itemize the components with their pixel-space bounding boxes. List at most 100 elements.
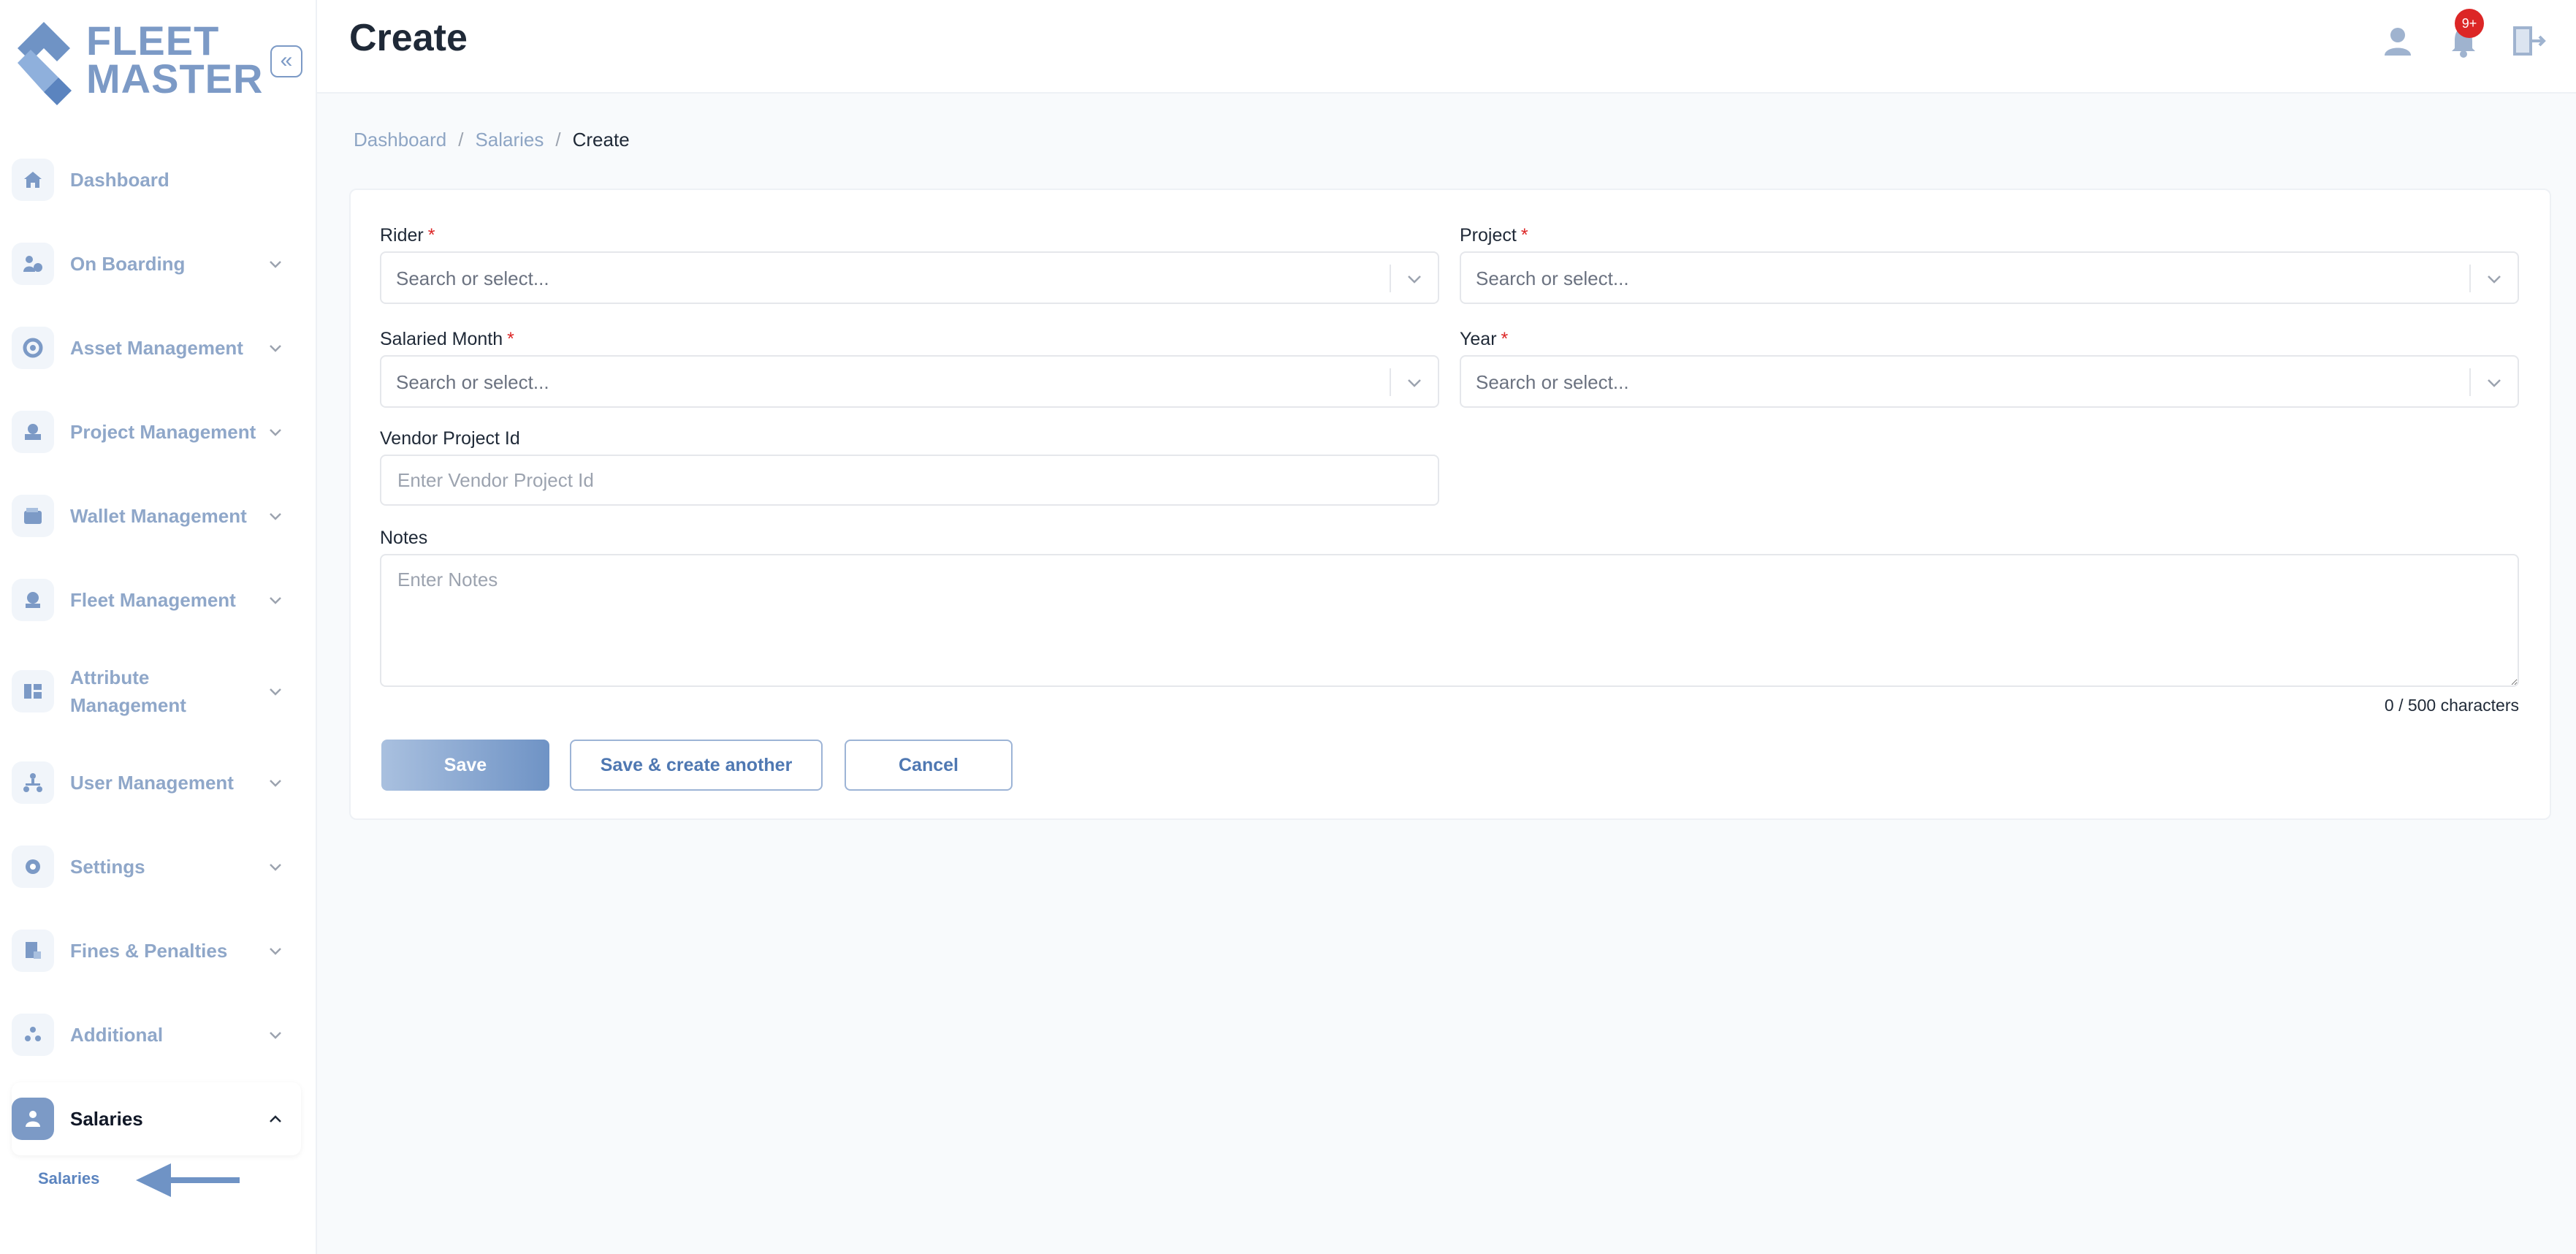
brand-line1: FLEET xyxy=(86,18,220,64)
salaried-month-label: Salaried Month * xyxy=(380,329,514,350)
sidebar-item-additional[interactable]: Additional xyxy=(12,998,301,1071)
salaried-month-label-text: Salaried Month xyxy=(380,329,503,349)
chevron-down-icon xyxy=(270,864,281,871)
sidebar-item-salaries[interactable]: Salaries xyxy=(12,1082,301,1155)
wallet-icon xyxy=(12,495,54,537)
chevron-down-icon xyxy=(1408,276,1421,284)
select-divider xyxy=(2469,368,2471,396)
rider-label: Rider * xyxy=(380,225,435,246)
onboarding-icon xyxy=(12,243,54,285)
sidebar-item-fleet-management[interactable]: Fleet Management xyxy=(12,563,301,636)
save-button[interactable]: Save xyxy=(381,740,549,791)
breadcrumb-separator: / xyxy=(555,129,561,151)
vendor-project-id-label: Vendor Project Id xyxy=(380,428,520,449)
pointer-arrow-icon xyxy=(136,1163,240,1197)
additional-icon xyxy=(12,1014,54,1056)
sidebar-item-label: Fines & Penalties xyxy=(70,940,228,962)
chevron-down-icon xyxy=(270,1032,281,1039)
sidebar: FLEET MASTER « Dashboard On Boarding Asset… xyxy=(0,0,317,1254)
rider-select-placeholder: Search or select... xyxy=(396,267,549,289)
project-label-text: Project xyxy=(1460,225,1517,246)
project-label: Project * xyxy=(1460,225,1528,246)
chevron-down-icon xyxy=(270,688,281,696)
salaried-month-select-placeholder: Search or select... xyxy=(396,371,549,393)
gear-icon xyxy=(12,846,54,888)
chevron-down-icon xyxy=(270,261,281,268)
chevron-down-icon xyxy=(270,513,281,520)
salaried-month-select[interactable]: Search or select... xyxy=(380,355,1439,408)
sidebar-item-label: Asset Management xyxy=(70,337,243,359)
sidebar-item-label: Additional xyxy=(70,1024,164,1046)
chevron-down-icon xyxy=(270,345,281,352)
rider-label-text: Rider xyxy=(380,225,424,246)
logout-icon[interactable] xyxy=(2507,20,2548,61)
sidebar-item-user-management[interactable]: User Management xyxy=(12,746,301,819)
sidebar-item-label: Settings xyxy=(70,856,145,878)
sidebar-item-label: Salaries xyxy=(70,1108,143,1130)
fleet-icon xyxy=(12,579,54,621)
year-select[interactable]: Search or select... xyxy=(1460,355,2519,408)
chevron-down-icon xyxy=(2488,379,2501,387)
required-marker: * xyxy=(507,329,514,349)
sidebar-item-label: Dashboard xyxy=(70,169,169,191)
rider-select[interactable]: Search or select... xyxy=(380,251,1439,304)
breadcrumb-current: Create xyxy=(572,129,630,151)
sidebar-item-attribute-management[interactable]: Attribute Management xyxy=(12,655,301,728)
sidebar-item-label: Fleet Management xyxy=(70,589,236,611)
chevron-down-icon xyxy=(270,948,281,955)
sidebar-item-label: Project Management xyxy=(70,421,256,443)
chevron-down-icon xyxy=(2488,276,2501,284)
year-select-placeholder: Search or select... xyxy=(1476,371,1629,393)
breadcrumb-salaries[interactable]: Salaries xyxy=(475,129,544,151)
project-icon xyxy=(12,411,54,453)
sidebar-item-wallet-management[interactable]: Wallet Management xyxy=(12,479,301,552)
page-title: Create xyxy=(349,17,468,59)
brand-name: FLEET MASTER xyxy=(86,18,264,102)
sidebar-subitem-salaries[interactable]: Salaries xyxy=(38,1169,99,1188)
required-marker: * xyxy=(1520,225,1528,246)
sidebar-item-fines-penalties[interactable]: Fines & Penalties xyxy=(12,914,301,987)
notes-label: Notes xyxy=(380,528,428,548)
home-icon xyxy=(12,159,54,201)
collapse-sidebar-button[interactable]: « xyxy=(270,45,302,77)
sidebar-item-project-management[interactable]: Project Management xyxy=(12,395,301,468)
chevron-down-icon xyxy=(270,597,281,604)
chevron-down-icon xyxy=(270,429,281,436)
project-select-placeholder: Search or select... xyxy=(1476,267,1629,289)
user-icon[interactable] xyxy=(2377,20,2418,61)
sidebar-item-asset-management[interactable]: Asset Management xyxy=(12,311,301,384)
cancel-button[interactable]: Cancel xyxy=(845,740,1013,791)
sidebar-item-label: User Management xyxy=(70,772,234,794)
required-marker: * xyxy=(427,225,435,246)
asset-icon xyxy=(12,327,54,369)
breadcrumb-separator: / xyxy=(458,129,464,151)
sidebar-item-label: Attribute Management xyxy=(70,666,186,716)
save-create-another-button[interactable]: Save & create another xyxy=(570,740,823,791)
sidebar-item-settings[interactable]: Settings xyxy=(12,830,301,903)
vendor-project-id-input[interactable] xyxy=(380,455,1439,506)
fines-icon xyxy=(12,930,54,972)
project-select[interactable]: Search or select... xyxy=(1460,251,2519,304)
required-marker: * xyxy=(1501,329,1509,349)
brand-logo[interactable]: FLEET MASTER xyxy=(13,18,262,108)
year-label-text: Year xyxy=(1460,329,1497,349)
sidebar-item-on-boarding[interactable]: On Boarding xyxy=(12,227,301,300)
sidebar-item-dashboard[interactable]: Dashboard xyxy=(12,143,301,216)
sidebar-item-label: Wallet Management xyxy=(70,505,247,527)
select-divider xyxy=(1390,368,1391,396)
breadcrumb: Dashboard / Salaries / Create xyxy=(354,129,630,151)
sidebar-item-label: On Boarding xyxy=(70,253,186,275)
chevron-up-icon xyxy=(270,1115,281,1122)
logo-mark-icon xyxy=(18,22,72,105)
breadcrumb-dashboard[interactable]: Dashboard xyxy=(354,129,446,151)
notes-textarea[interactable] xyxy=(380,554,2519,687)
notification-badge: 9+ xyxy=(2455,9,2484,38)
chevron-down-icon xyxy=(1408,379,1421,387)
brand-line2: MASTER xyxy=(86,56,264,102)
salary-form-card: Rider * Search or select... Project * Sear… xyxy=(349,189,2551,820)
attribute-icon xyxy=(12,670,54,712)
chevron-down-icon xyxy=(270,780,281,787)
notes-char-count: 0 / 500 characters xyxy=(2384,696,2519,715)
select-divider xyxy=(2469,265,2471,292)
top-header: Create xyxy=(317,0,2576,94)
